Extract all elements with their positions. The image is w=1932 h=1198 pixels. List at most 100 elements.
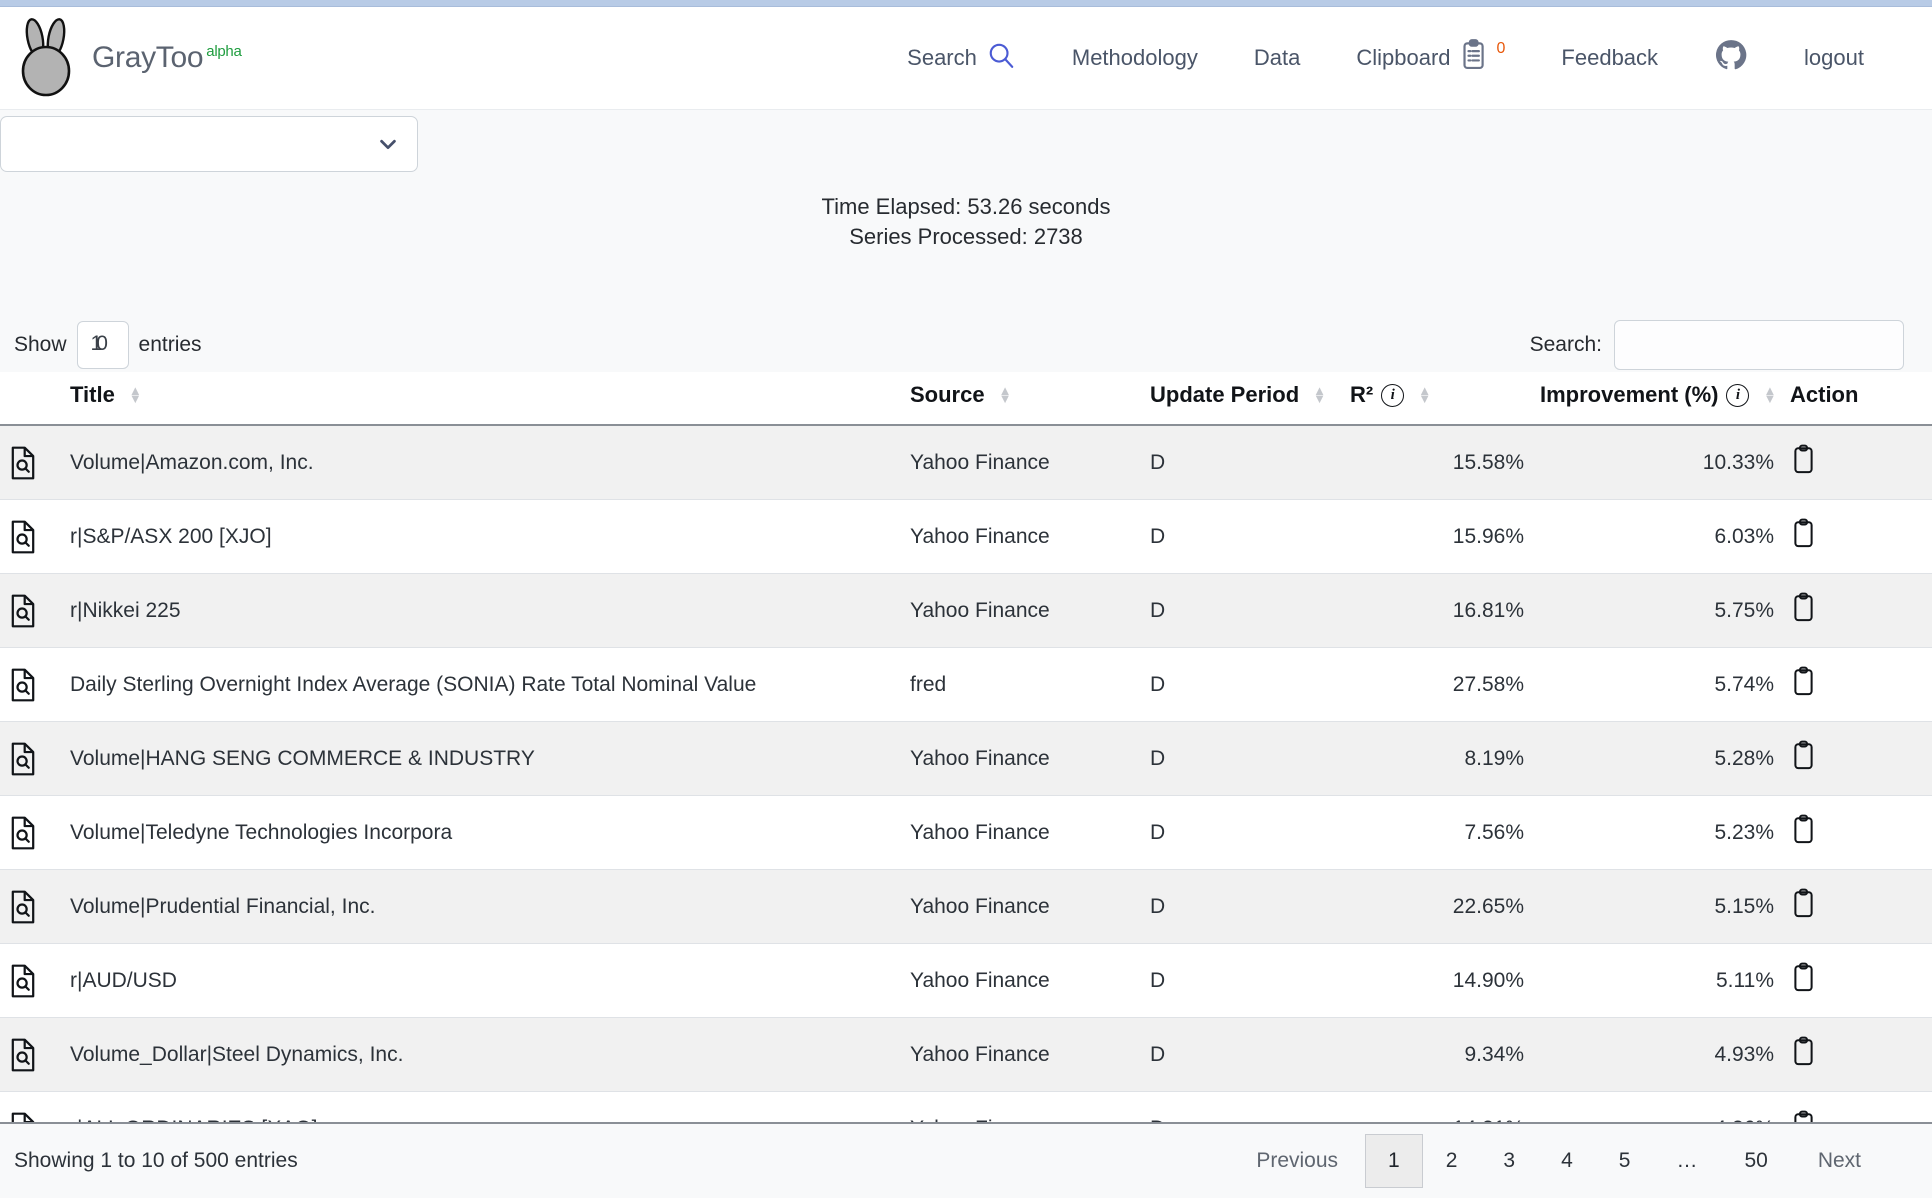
brand[interactable]: GrayToo alpha <box>0 15 242 102</box>
row-action[interactable] <box>1782 499 1932 574</box>
row-r2: 8.19% <box>1342 721 1532 796</box>
page-length-value: 10 <box>90 332 109 355</box>
column-r2[interactable]: R² i ▲ ▼ <box>1342 372 1532 426</box>
row-file-search-cell[interactable] <box>0 1017 62 1092</box>
copy-to-clipboard-button[interactable] <box>1790 592 1817 626</box>
pagination-previous[interactable]: Previous <box>1229 1134 1365 1188</box>
clipboard-icon <box>1790 666 1817 700</box>
info-icon-r2[interactable]: i <box>1381 383 1405 407</box>
column-source[interactable]: Source ▲ ▼ <box>902 372 1142 426</box>
column-title-label: Title <box>70 382 115 407</box>
file-search-icon[interactable] <box>8 668 54 702</box>
table-row[interactable]: r|AUD/USD Yahoo Finance D 14.90% 5.11% <box>0 943 1932 1018</box>
table-row[interactable]: Volume|Teledyne Technologies Incorpora Ya… <box>0 795 1932 870</box>
table-row[interactable]: Daily Sterling Overnight Index Average (… <box>0 647 1932 722</box>
nav-data[interactable]: Data <box>1226 35 1328 81</box>
nav-methodology[interactable]: Methodology <box>1044 35 1226 81</box>
row-file-search-cell[interactable] <box>0 869 62 944</box>
column-update-period[interactable]: Update Period ▲ ▼ <box>1142 372 1342 426</box>
row-action[interactable] <box>1782 943 1932 1018</box>
row-title: Daily Sterling Overnight Index Average (… <box>62 647 902 722</box>
copy-to-clipboard-button[interactable] <box>1790 888 1817 922</box>
sort-arrows-title[interactable]: ▲ ▼ <box>129 384 142 405</box>
row-action[interactable] <box>1782 869 1932 944</box>
column-action: Action <box>1782 372 1932 426</box>
nav-methodology-label: Methodology <box>1071 45 1198 70</box>
copy-to-clipboard-button[interactable] <box>1790 962 1817 996</box>
page-length-select[interactable]: 10 <box>76 321 129 369</box>
dominant-topic-select[interactable] <box>0 116 418 172</box>
row-source: Yahoo Finance <box>902 869 1142 944</box>
pagination-page-5[interactable]: 5 <box>1596 1134 1654 1188</box>
column-title[interactable]: Title ▲ ▼ <box>62 372 902 426</box>
pagination-page-4[interactable]: 4 <box>1538 1134 1596 1188</box>
pagination-page-50[interactable]: 50 <box>1721 1134 1790 1188</box>
chevron-down-icon <box>377 133 399 155</box>
copy-to-clipboard-button[interactable] <box>1790 666 1817 700</box>
file-search-icon[interactable] <box>8 1038 54 1072</box>
table-controls: Show 10 entries Search: <box>0 315 1932 375</box>
table-row[interactable]: r|Nikkei 225 Yahoo Finance D 16.81% 5.75% <box>0 573 1932 648</box>
file-search-icon[interactable] <box>8 594 54 628</box>
nav-logout[interactable]: logout <box>1776 35 1892 81</box>
pagination-page-2[interactable]: 2 <box>1423 1134 1481 1188</box>
sort-arrows-update-period[interactable]: ▲ ▼ <box>1313 384 1326 405</box>
row-file-search-cell[interactable] <box>0 647 62 722</box>
sort-arrows-improvement[interactable]: ▲ ▼ <box>1763 384 1776 405</box>
row-file-search-cell[interactable] <box>0 943 62 1018</box>
file-search-icon[interactable] <box>8 446 54 480</box>
row-title: Volume_Dollar|Steel Dynamics, Inc. <box>62 1017 902 1092</box>
info-icon-improvement[interactable]: i <box>1726 383 1750 407</box>
table-search-input[interactable] <box>1614 320 1904 370</box>
row-file-search-cell[interactable] <box>0 573 62 648</box>
table-row[interactable]: Volume|Amazon.com, Inc. Yahoo Finance D 15.… <box>0 425 1932 500</box>
time-elapsed-text: Time Elapsed: 53.26 seconds <box>821 194 1111 219</box>
nav-feedback-label: Feedback <box>1561 45 1659 70</box>
row-action[interactable] <box>1782 425 1932 500</box>
file-search-icon[interactable] <box>8 520 54 554</box>
copy-to-clipboard-button[interactable] <box>1790 444 1817 478</box>
clipboard-icon <box>1790 740 1817 774</box>
row-action[interactable] <box>1782 1017 1932 1092</box>
nav-github[interactable] <box>1686 28 1776 88</box>
file-search-icon[interactable] <box>8 964 54 998</box>
row-file-search-cell[interactable] <box>0 721 62 796</box>
sort-arrows-source[interactable]: ▲ ▼ <box>999 384 1012 405</box>
row-file-search-cell[interactable] <box>0 425 62 500</box>
column-improvement[interactable]: Improvement (%) i ▲ ▼ <box>1532 372 1782 426</box>
file-search-icon[interactable] <box>8 742 54 776</box>
table-row[interactable]: Volume|Prudential Financial, Inc. Yahoo F… <box>0 869 1932 944</box>
nav-search-label: Search <box>907 45 977 70</box>
table-row[interactable]: r|S&P/ASX 200 [XJO] Yahoo Finance D 15.96% 6… <box>0 499 1932 574</box>
nav-clipboard[interactable]: Clipboard 0 <box>1328 28 1533 88</box>
copy-to-clipboard-button[interactable] <box>1790 518 1817 552</box>
page-length-control: Show 10 entries <box>14 321 202 369</box>
sort-arrows-r2[interactable]: ▲ ▼ <box>1418 384 1431 405</box>
copy-to-clipboard-button[interactable] <box>1790 1036 1817 1070</box>
nav-search[interactable]: Search <box>879 30 1044 86</box>
pagination-page-3[interactable]: 3 <box>1480 1134 1538 1188</box>
file-search-icon[interactable] <box>8 890 54 924</box>
row-file-search-cell[interactable] <box>0 499 62 574</box>
row-update-period: D <box>1142 795 1342 870</box>
row-action[interactable] <box>1782 573 1932 648</box>
copy-to-clipboard-button[interactable] <box>1790 740 1817 774</box>
table-row[interactable]: Volume_Dollar|Steel Dynamics, Inc. Yahoo … <box>0 1017 1932 1092</box>
row-r2: 27.58% <box>1342 647 1532 722</box>
row-action[interactable] <box>1782 721 1932 796</box>
file-search-icon[interactable] <box>8 816 54 850</box>
row-update-period: D <box>1142 499 1342 574</box>
copy-to-clipboard-button[interactable] <box>1790 814 1817 848</box>
row-action[interactable] <box>1782 795 1932 870</box>
table-row[interactable]: Volume|HANG SENG COMMERCE & INDUSTRY Yaho… <box>0 721 1932 796</box>
nav-feedback[interactable]: Feedback <box>1533 35 1686 81</box>
row-action[interactable] <box>1782 647 1932 722</box>
pagination-page-1[interactable]: 1 <box>1365 1134 1423 1188</box>
row-improvement: 5.11% <box>1532 943 1782 1018</box>
rabbit-logo-icon <box>16 15 78 102</box>
row-update-period: D <box>1142 647 1342 722</box>
row-file-search-cell[interactable] <box>0 795 62 870</box>
pagination-next[interactable]: Next <box>1791 1134 1888 1188</box>
row-improvement: 10.33% <box>1532 425 1782 500</box>
top-accent-bar <box>0 0 1932 7</box>
